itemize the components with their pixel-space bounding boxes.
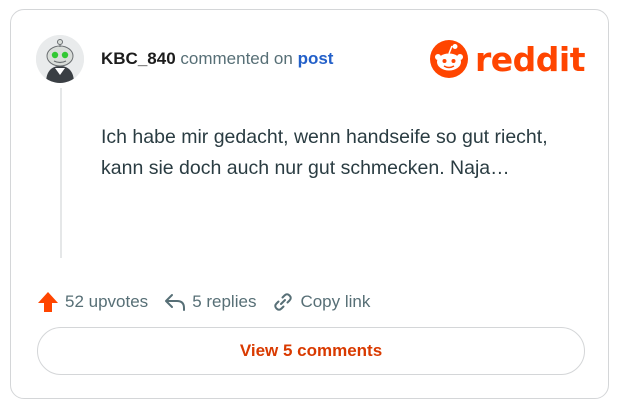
comment-header: KBC_840 commented on post (101, 49, 333, 69)
user-avatar[interactable] (36, 35, 84, 83)
post-link[interactable]: post (298, 49, 334, 68)
commented-on-text: commented on (180, 49, 293, 68)
copy-link-label: Copy link (300, 292, 371, 311)
action-bar: 52 upvotes 5 replies Copy link (37, 288, 386, 316)
reddit-logo[interactable]: reddit (429, 39, 589, 79)
view-comments-button[interactable]: View 5 comments (37, 327, 585, 375)
link-icon (274, 293, 293, 311)
comment-card: KBC_840 commented on post reddit Ich hab… (10, 9, 609, 399)
reddit-snoo-icon (430, 40, 468, 78)
reply-arrow-icon (165, 294, 186, 311)
thread-line (60, 88, 62, 258)
reddit-wordmark: reddit (475, 39, 586, 79)
replies-button[interactable]: 5 replies (164, 291, 256, 313)
username[interactable]: KBC_840 (101, 49, 176, 68)
snoo-avatar-icon (36, 35, 84, 83)
upvote-button[interactable]: 52 upvotes (37, 291, 148, 313)
upvote-arrow-icon (38, 292, 58, 312)
copy-link-button[interactable]: Copy link (272, 291, 370, 313)
replies-count: 5 replies (192, 292, 257, 311)
comment-text: Ich habe mir gedacht, wenn handseife so … (101, 126, 548, 179)
upvote-count: 52 upvotes (65, 292, 149, 311)
